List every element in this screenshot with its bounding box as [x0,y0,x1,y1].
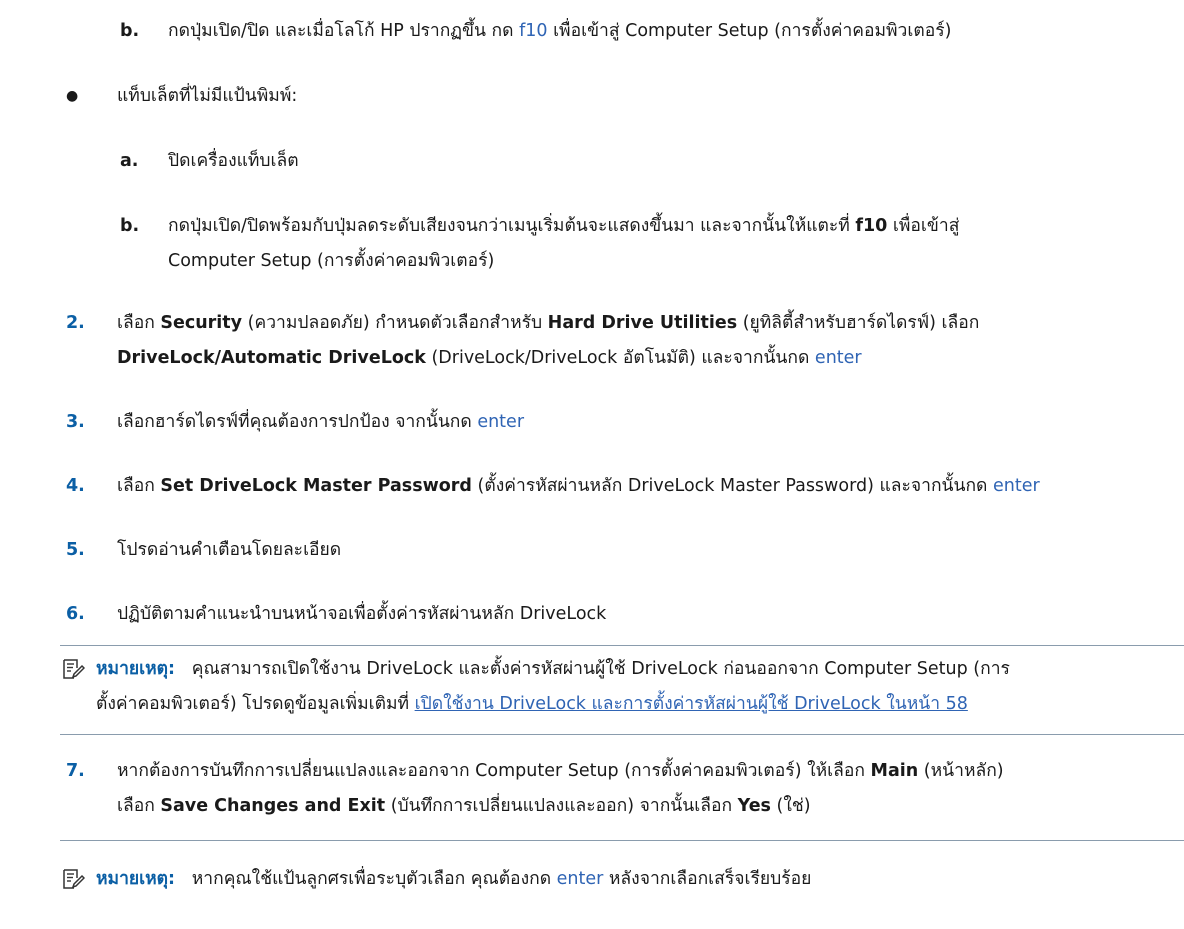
bullet-marker: ● [66,88,79,104]
substep-b-keyboard: กดปุ่มเปิด/ปิด และเมื่อโลโก้ HP ปรากฏขึ้… [168,19,951,43]
bold-term: Set DriveLock Master Password [160,476,472,496]
note-2: หมายเหตุ: หากคุณใช้แป้นลูกศรเพื่อระบุตัว… [96,867,811,891]
bold-term: DriveLock/Automatic DriveLock [117,348,426,368]
text: หลังจากเลือกเสร็จเรียบร้อย [603,869,812,889]
text: เลือก [117,313,161,333]
step-2-line2: DriveLock/Automatic DriveLock (DriveLock… [117,346,862,370]
text: กดปุ่มเปิด/ปิดพร้อมกับปุ่มลดระดับเสียงจน… [168,216,856,236]
note-label: หมายเหตุ: [96,869,176,889]
step-4: เลือก Set DriveLock Master Password (ตั้… [117,474,1040,498]
drivelock-user-password-link[interactable]: เปิดใช้งาน DriveLock และการตั้งค่ารหัสผ่… [415,694,968,714]
note-1: หมายเหตุ: คุณสามารถเปิดใช้งาน DriveLock … [96,657,1010,681]
step-2: เลือก Security (ความปลอดภัย) กำหนดตัวเลื… [117,311,979,335]
text: เพื่อเข้าสู่ Computer Setup (การตั้งค่าค… [547,21,952,41]
text: (DriveLock/DriveLock อัตโนมัติ) และจากนั… [425,348,815,368]
bold-term: Save Changes and Exit [160,796,386,816]
step-number: 2. [66,313,85,333]
text: เลือก [117,796,161,816]
substep-marker: b. [120,21,140,41]
bold-term: Hard Drive Utilities [547,313,738,333]
step-number: 3. [66,412,85,432]
substep-marker: b. [120,216,140,236]
note-1-line2: ตั้งค่าคอมพิวเตอร์) โปรดดูข้อมูลเพิ่มเติ… [96,692,968,716]
note-rule-top [60,840,1184,841]
key-f10: f10 [519,21,548,41]
step-7-line2: เลือก Save Changes and Exit (บันทึกการเป… [117,794,811,818]
note-pencil-icon [63,659,85,679]
text: หากต้องการบันทึกการเปลี่ยนแปลงและออกจาก … [117,761,871,781]
step-7: หากต้องการบันทึกการเปลี่ยนแปลงและออกจาก … [117,759,1004,783]
text: (ใช่) [770,796,811,816]
text: (บันทึกการเปลี่ยนแปลงและออก) จากนั้นเลือ… [385,796,738,816]
bold-term: Main [870,761,919,781]
key-enter: enter [814,348,862,368]
step-number: 5. [66,540,85,560]
text: คุณสามารถเปิดใช้งาน DriveLock และตั้งค่า… [191,659,1010,679]
text: เลือกฮาร์ดไดรฟ์ที่คุณต้องการปกป้อง จากนั… [117,412,478,432]
note-label: หมายเหตุ: [96,659,176,679]
substep-a: ปิดเครื่องแท็บเล็ต [168,151,299,171]
note-rule-top [60,645,1184,646]
step-number: 6. [66,604,85,624]
text: (ยูทิลิตี้สำหรับฮาร์ดไดรฟ์) เลือก [737,313,980,333]
text: ตั้งค่าคอมพิวเตอร์) โปรดดูข้อมูลเพิ่มเติ… [96,694,415,714]
text: (หน้าหลัก) [918,761,1004,781]
key-enter: enter [477,412,525,432]
key-enter: enter [556,869,604,889]
step-number: 7. [66,761,85,781]
bold-term: Security [160,313,243,333]
step-6: ปฏิบัติตามคำแนะนำบนหน้าจอเพื่อตั้งค่ารหั… [117,604,607,624]
text: กดปุ่มเปิด/ปิด และเมื่อโลโก้ HP ปรากฏขึ้… [168,21,520,41]
note-pencil-icon [63,869,85,889]
substep-b-tablet: กดปุ่มเปิด/ปิดพร้อมกับปุ่มลดระดับเสียงจน… [168,214,959,238]
text: (ตั้งค่ารหัสผ่านหลัก DriveLock Master Pa… [471,476,993,496]
key-enter: enter [993,476,1040,496]
text: (ความปลอดภัย) กำหนดตัวเลือกสำหรับ [242,313,548,333]
bold-term: Yes [737,796,771,816]
text: เพื่อเข้าสู่ [887,216,960,236]
text: หากคุณใช้แป้นลูกศรเพื่อระบุตัวเลือก คุณต… [191,869,557,889]
key-f10: f10 [855,216,888,236]
step-5: โปรดอ่านคำเตือนโดยละเอียด [117,540,342,560]
text: เลือก [117,476,161,496]
step-number: 4. [66,476,85,496]
note-rule-bottom [60,734,1184,735]
step-3: เลือกฮาร์ดไดรฟ์ที่คุณต้องการปกป้อง จากนั… [117,410,524,434]
bullet-tablet-no-keyboard: แท็บเล็ตที่ไม่มีแป้นพิมพ์: [117,86,298,106]
substep-b-tablet-line2: Computer Setup (การตั้งค่าคอมพิวเตอร์) [168,251,495,271]
substep-marker: a. [120,151,139,171]
